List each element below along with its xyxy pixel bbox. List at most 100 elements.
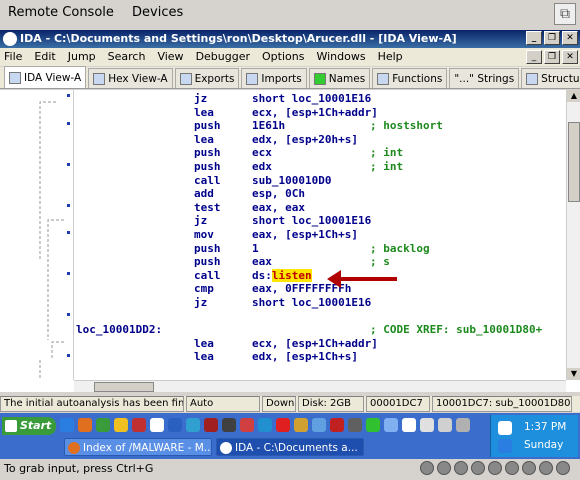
hscroll-thumb[interactable]: [94, 382, 154, 392]
display-icon[interactable]: [505, 461, 519, 475]
quicklaunch-icon[interactable]: [96, 418, 110, 432]
code-line[interactable]: lea ecx, [esp+1Ch+addr]: [76, 106, 564, 120]
tray-icon[interactable]: [498, 421, 512, 435]
location-label[interactable]: loc_10001DD2:: [76, 323, 162, 336]
code-line-listen-call[interactable]: call ds:listen: [76, 268, 564, 283]
code-line[interactable]: push edx ; int: [76, 160, 564, 174]
cmd-icon[interactable]: [222, 418, 236, 432]
close-button[interactable]: ✕: [562, 31, 578, 45]
cd-icon[interactable]: [437, 461, 451, 475]
ie-icon[interactable]: [60, 418, 74, 432]
breakpoint-dot: [67, 272, 70, 275]
code-line[interactable]: call sub_100010D0: [76, 174, 564, 188]
menu-windows[interactable]: Windows: [316, 48, 365, 66]
code-line[interactable]: jz short loc_10001E16: [76, 296, 564, 310]
usb-icon[interactable]: [454, 461, 468, 475]
task-ida[interactable]: IDA - C:\Documents a...: [216, 438, 364, 456]
menu-options[interactable]: Options: [262, 48, 304, 66]
quicklaunch-icon[interactable]: [240, 418, 254, 432]
mnemonic: lea: [194, 105, 214, 119]
menu-edit[interactable]: Edit: [34, 48, 55, 66]
clock[interactable]: 1:37 PM: [524, 421, 566, 433]
scroll-down-icon[interactable]: ▼: [567, 368, 580, 380]
network-icon[interactable]: [471, 461, 485, 475]
mnemonic: push: [194, 119, 221, 133]
code-line[interactable]: push 1E61h ; hostshort: [76, 119, 564, 133]
tab-imports[interactable]: Imports: [241, 68, 307, 88]
menu-search[interactable]: Search: [108, 48, 146, 66]
quicklaunch-icon[interactable]: [186, 418, 200, 432]
fullscreen-toggle-icon[interactable]: ⧉: [554, 3, 576, 25]
code-line[interactable]: lea edx, [esp+20h+s]: [76, 133, 564, 147]
tab-structures[interactable]: Structu: [521, 68, 580, 88]
code-line[interactable]: test eax, eax: [76, 201, 564, 215]
keyboard-icon[interactable]: [556, 461, 570, 475]
start-button[interactable]: Start: [2, 417, 56, 435]
scroll-up-icon[interactable]: ▲: [567, 90, 580, 102]
mouse-icon[interactable]: [539, 461, 553, 475]
tab-names[interactable]: Names: [308, 68, 371, 88]
notepad-icon[interactable]: [150, 418, 164, 432]
scroll-thumb[interactable]: [568, 122, 580, 202]
quicklaunch-icon[interactable]: [132, 418, 146, 432]
quicklaunch-icon[interactable]: [438, 418, 452, 432]
mnemonic: lea: [194, 336, 214, 350]
code-line[interactable]: push eax ; s: [76, 255, 564, 269]
code-line[interactable]: push 1 ; backlog: [76, 242, 564, 256]
code-line[interactable]: cmp eax, 0FFFFFFFFh: [76, 282, 564, 296]
menu-debugger[interactable]: Debugger: [196, 48, 250, 66]
quicklaunch-icon[interactable]: [276, 418, 290, 432]
quicklaunch-icon[interactable]: [366, 418, 380, 432]
task-firefox[interactable]: Index of /MALWARE - M...: [64, 438, 212, 456]
highlighted-symbol[interactable]: listen: [271, 268, 312, 282]
quicklaunch-icon[interactable]: [384, 418, 398, 432]
quicklaunch-icon[interactable]: [420, 418, 434, 432]
code-line[interactable]: mov eax, [esp+1Ch+s]: [76, 228, 564, 242]
code-label-line[interactable]: loc_10001DD2: ; CODE XREF: sub_10001D80+: [76, 323, 564, 337]
code-line[interactable]: lea ecx, [esp+1Ch+addr]: [76, 337, 564, 351]
tray-icon[interactable]: [498, 439, 512, 453]
menu-devices[interactable]: Devices: [132, 5, 183, 20]
mdi-close-button[interactable]: ✕: [562, 50, 578, 64]
code-line[interactable]: lea edx, [esp+1Ch+s]: [76, 350, 564, 364]
quicklaunch-icon[interactable]: [204, 418, 218, 432]
tab-ida-view-a[interactable]: IDA View-A: [4, 66, 87, 88]
tab-hex-view-a[interactable]: Hex View-A: [88, 68, 173, 88]
capture-icon[interactable]: [522, 461, 536, 475]
code-line[interactable]: push ecx ; int: [76, 146, 564, 160]
quicklaunch-icon[interactable]: [294, 418, 308, 432]
task-label: IDA - C:\Documents a...: [235, 442, 358, 454]
menu-jump[interactable]: Jump: [68, 48, 96, 66]
tab-exports[interactable]: Exports: [174, 68, 240, 88]
code-line[interactable]: jz short loc_10001E16: [76, 214, 564, 228]
vertical-scrollbar[interactable]: ▲ ▼: [566, 90, 580, 380]
code-line[interactable]: add esp, 0Ch: [76, 187, 564, 201]
folder-icon[interactable]: [114, 418, 128, 432]
tab-functions[interactable]: Functions: [372, 68, 448, 88]
ida-icon: [220, 442, 232, 454]
restore-button[interactable]: ❐: [544, 31, 560, 45]
shared-folder-icon[interactable]: [488, 461, 502, 475]
horizontal-scrollbar[interactable]: [74, 380, 566, 392]
hdd-icon[interactable]: [420, 461, 434, 475]
mdi-restore-button[interactable]: ❐: [544, 50, 560, 64]
menu-file[interactable]: File: [4, 48, 22, 66]
quicklaunch-icon[interactable]: [258, 418, 272, 432]
quicklaunch-icon[interactable]: [348, 418, 362, 432]
firefox-icon[interactable]: [78, 418, 92, 432]
quicklaunch-icon[interactable]: [312, 418, 326, 432]
code-line[interactable]: jz short loc_10001E16: [76, 92, 564, 106]
menu-help[interactable]: Help: [378, 48, 403, 66]
quicklaunch-icon[interactable]: [168, 418, 182, 432]
quicklaunch-icon[interactable]: [402, 418, 416, 432]
mnemonic: lea: [194, 350, 214, 364]
mdi-minimize-button[interactable]: _: [526, 50, 542, 64]
tab-strings[interactable]: "..." Strings: [449, 68, 520, 88]
quicklaunch-icon[interactable]: [456, 418, 470, 432]
quicklaunch-icon[interactable]: [330, 418, 344, 432]
disassembly-view[interactable]: jz short loc_10001E16 lea ecx, [esp+1Ch+ad…: [0, 90, 580, 392]
menu-remote-console[interactable]: Remote Console: [8, 5, 114, 20]
menu-view[interactable]: View: [157, 48, 183, 66]
vm-status-icons: [420, 461, 570, 475]
minimize-button[interactable]: _: [526, 31, 542, 45]
